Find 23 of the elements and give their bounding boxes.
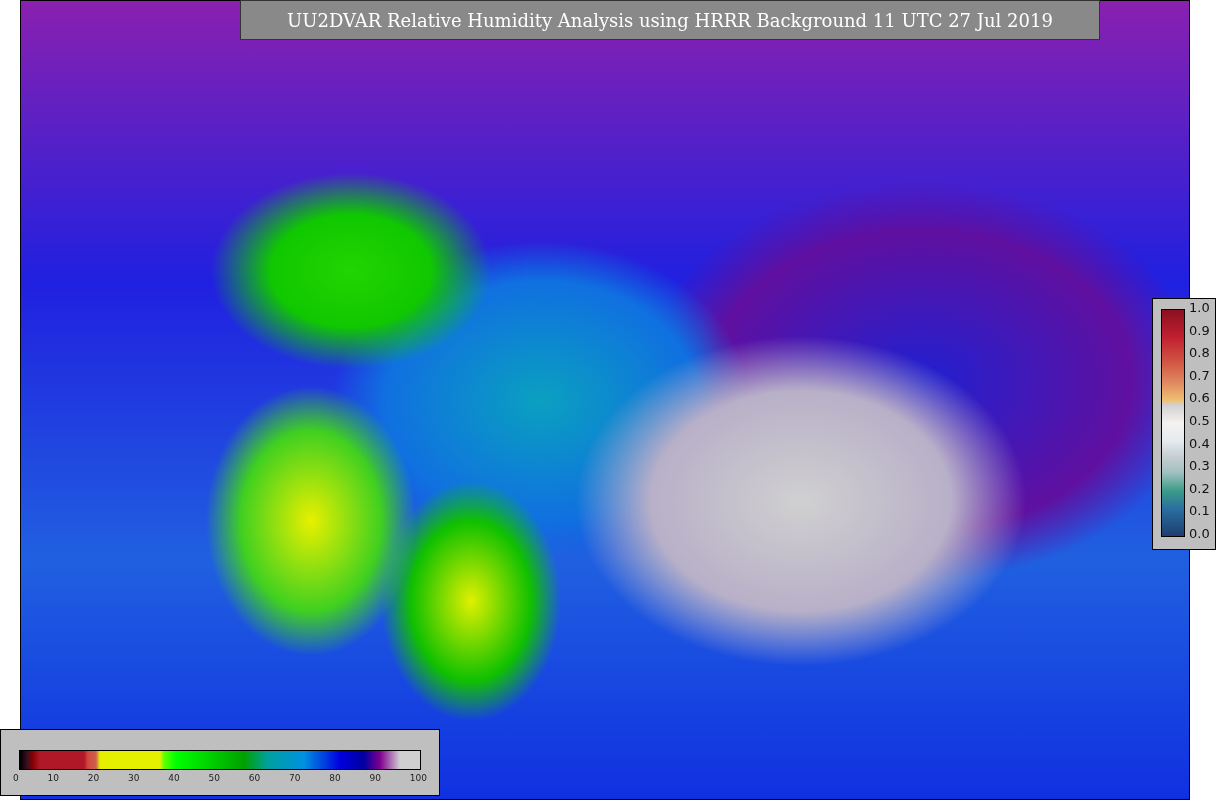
tick-label: 0.0 — [1189, 526, 1210, 541]
tick-label: 0.5 — [1189, 413, 1210, 428]
tick-label: 0.4 — [1189, 436, 1210, 451]
tick-label: 0.7 — [1189, 368, 1210, 383]
tick-label: 80 — [329, 772, 341, 785]
tick-label: 0.1 — [1189, 504, 1210, 519]
tick-label: 0.9 — [1189, 323, 1210, 338]
tick-label: 0.3 — [1189, 459, 1210, 474]
tick-label: 0.6 — [1189, 391, 1210, 406]
tick-label: 0 — [13, 772, 19, 785]
tick-label: 100 — [409, 772, 427, 785]
tick-label: 70 — [289, 772, 301, 785]
tick-label: 0.8 — [1189, 346, 1210, 361]
tick-label: 0.2 — [1189, 481, 1210, 496]
map-title: UU2DVAR Relative Humidity Analysis using HRRR Background 11 UTC 27 Jul 2019 — [240, 0, 1100, 40]
tick-label: 90 — [369, 772, 381, 785]
tick-label: 60 — [248, 772, 261, 785]
tick-label: 30 — [128, 772, 140, 785]
tick-label: 20 — [87, 772, 100, 785]
tick-label: 50 — [208, 772, 220, 785]
tick-label: 40 — [168, 772, 180, 785]
tick-label: 10 — [47, 772, 59, 785]
tick-label: 1.0 — [1189, 301, 1210, 315]
